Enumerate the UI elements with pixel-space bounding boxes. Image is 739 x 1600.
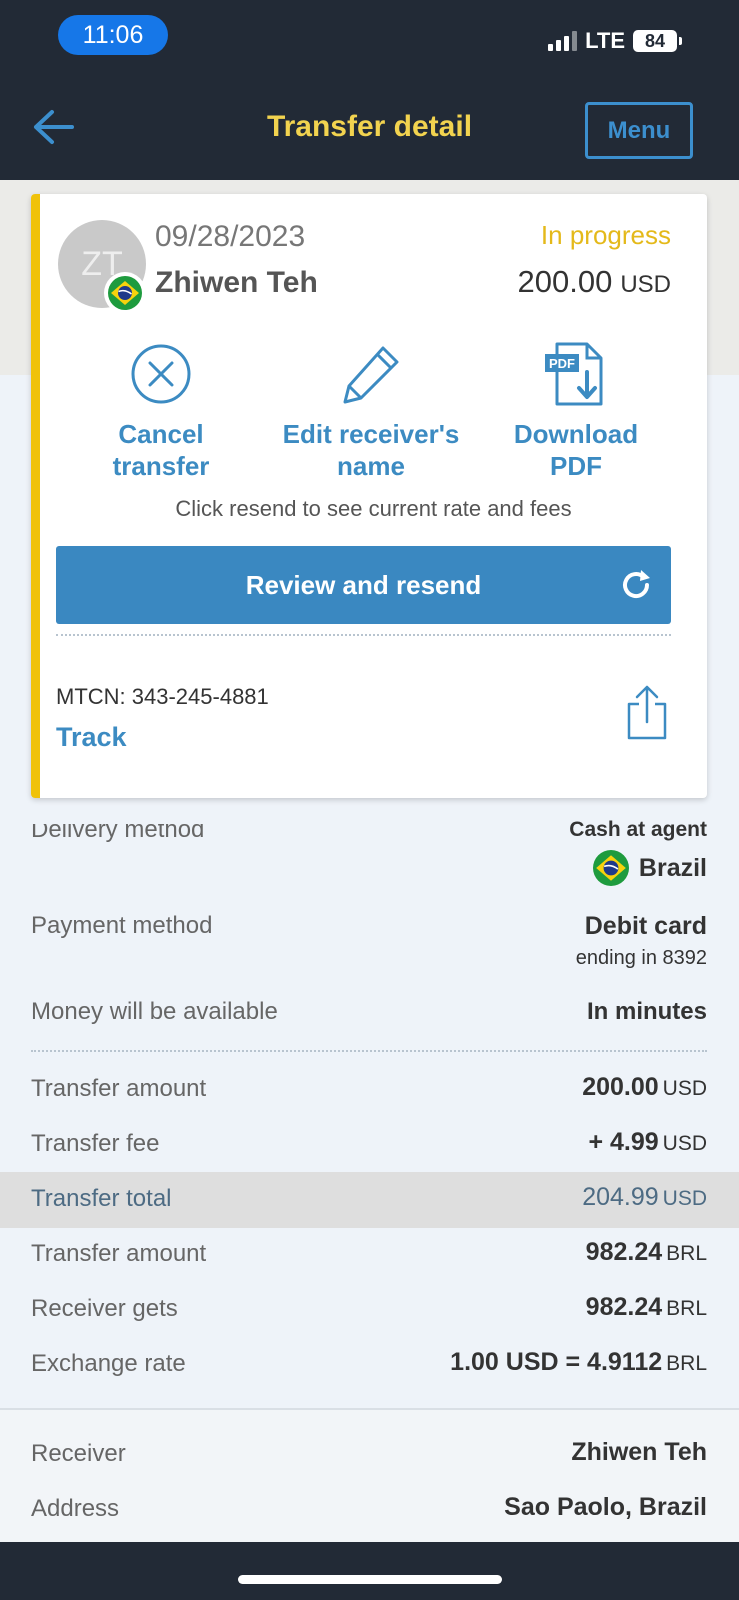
details-divider — [31, 1050, 707, 1052]
track-link[interactable]: Track — [56, 722, 127, 753]
receiver-gets-number: 982.24 — [585, 1293, 663, 1321]
delivery-method-label: Delivery method — [31, 816, 205, 843]
transfer-card: ZT 09/28/2023 Zhiwen Teh In progress 200… — [31, 194, 707, 798]
transfer-amount-label: Transfer amount — [31, 1075, 207, 1102]
close-circle-icon — [131, 344, 191, 404]
svg-text:PDF: PDF — [549, 356, 575, 371]
pdf-label-line1: Download — [513, 419, 639, 449]
amount-currency: USD — [620, 271, 671, 298]
transfer-amount-number: 200.00 — [582, 1073, 659, 1101]
address-label: Address — [31, 1495, 120, 1522]
transfer-amount: 200.00 USD — [518, 264, 672, 300]
delivery-method-value: Cash at agent — [569, 818, 707, 841]
pencil-icon — [343, 346, 399, 404]
home-bar-area — [0, 1542, 739, 1600]
battery-icon: 84 — [633, 30, 682, 52]
payment-card-ending: ending in 8392 — [575, 947, 707, 969]
menu-button[interactable]: Menu — [585, 102, 693, 159]
brazil-flag-icon — [592, 850, 629, 886]
transfer-fee-value: + 4.99 USD — [588, 1128, 707, 1157]
brazil-flag-icon — [104, 272, 146, 314]
transfer-total-currency: USD — [662, 1187, 707, 1210]
address-value: Sao Paolo, Brazil — [504, 1493, 707, 1521]
delivery-country: Brazil — [592, 850, 707, 886]
payment-method-value: Debit card — [584, 912, 707, 940]
receiver-gets-value: 982.24 BRL — [586, 1293, 707, 1322]
availability-label: Money will be available — [31, 998, 278, 1025]
exchange-rate-label: Exchange rate — [31, 1350, 186, 1377]
share-button[interactable] — [625, 684, 669, 740]
receiver-label: Receiver — [31, 1440, 126, 1467]
transfer-total-label: Transfer total — [31, 1185, 172, 1212]
receiver-value: Zhiwen Teh — [571, 1438, 707, 1466]
availability-value: In minutes — [586, 998, 707, 1025]
app-header: Transfer detail Menu — [0, 80, 739, 180]
signal-icon — [548, 31, 578, 51]
receiver-name: Zhiwen Teh — [155, 266, 318, 299]
network-label: LTE — [585, 28, 625, 53]
delivery-country-name: Brazil — [638, 853, 707, 882]
transfer-fee-currency: USD — [662, 1132, 707, 1155]
brl-amount-value: 982.24 BRL — [586, 1238, 707, 1267]
resend-label: Review and resend — [245, 570, 482, 600]
share-icon — [627, 685, 667, 740]
card-divider — [56, 634, 671, 636]
amount-value: 200.00 — [517, 264, 613, 299]
refresh-icon — [623, 570, 650, 599]
status-time: 11:06 — [58, 15, 168, 55]
edit-label-line2: name — [337, 451, 405, 481]
cancel-label-line1: Cancel — [118, 419, 204, 449]
transfer-date: 09/28/2023 — [155, 220, 306, 253]
edit-receiver-name-button[interactable]: Edit receiver's name — [271, 342, 471, 482]
cancel-transfer-button[interactable]: Cancel transfer — [91, 342, 231, 482]
edit-label-line1: Edit receiver's — [282, 419, 460, 449]
status-indicators: LTE 84 — [548, 26, 682, 56]
pdf-label-line2: PDF — [550, 451, 602, 481]
transfer-total-value: 204.99 USD — [582, 1183, 707, 1212]
download-pdf-button[interactable]: PDF Download PDF — [491, 342, 661, 482]
resend-hint: Click resend to see current rate and fee… — [175, 496, 572, 521]
mtcn-number: MTCN: 343-245-4881 — [56, 684, 269, 709]
brl-amount-number: 982.24 — [585, 1238, 663, 1266]
brl-amount-label: Transfer amount — [31, 1240, 207, 1267]
transfer-total-number: 204.99 — [582, 1183, 659, 1211]
exchange-rate-currency: BRL — [666, 1352, 707, 1375]
review-and-resend-button[interactable]: Review and resend — [56, 546, 671, 624]
transfer-fee-number: + 4.99 — [588, 1128, 659, 1156]
exchange-rate-value: 1.00 USD = 4.9112 BRL — [450, 1348, 707, 1377]
receiver-gets-currency: BRL — [666, 1297, 707, 1320]
card-accent-bar — [31, 194, 40, 798]
status-badge: In progress — [540, 220, 671, 250]
pdf-download-icon: PDF — [545, 342, 603, 406]
payment-method-label: Payment method — [31, 912, 213, 939]
home-indicator[interactable] — [238, 1575, 502, 1584]
transfer-fee-label: Transfer fee — [31, 1130, 160, 1157]
exchange-rate-number: 1.00 USD = 4.9112 — [450, 1348, 663, 1376]
transfer-amount-currency: USD — [662, 1077, 707, 1100]
brl-amount-currency: BRL — [666, 1242, 707, 1265]
transfer-amount-row-value: 200.00 USD — [582, 1073, 707, 1102]
receiver-gets-label: Receiver gets — [31, 1295, 178, 1322]
status-bar: 11:06 LTE 84 — [0, 0, 739, 80]
cancel-label-line2: transfer — [112, 451, 210, 481]
